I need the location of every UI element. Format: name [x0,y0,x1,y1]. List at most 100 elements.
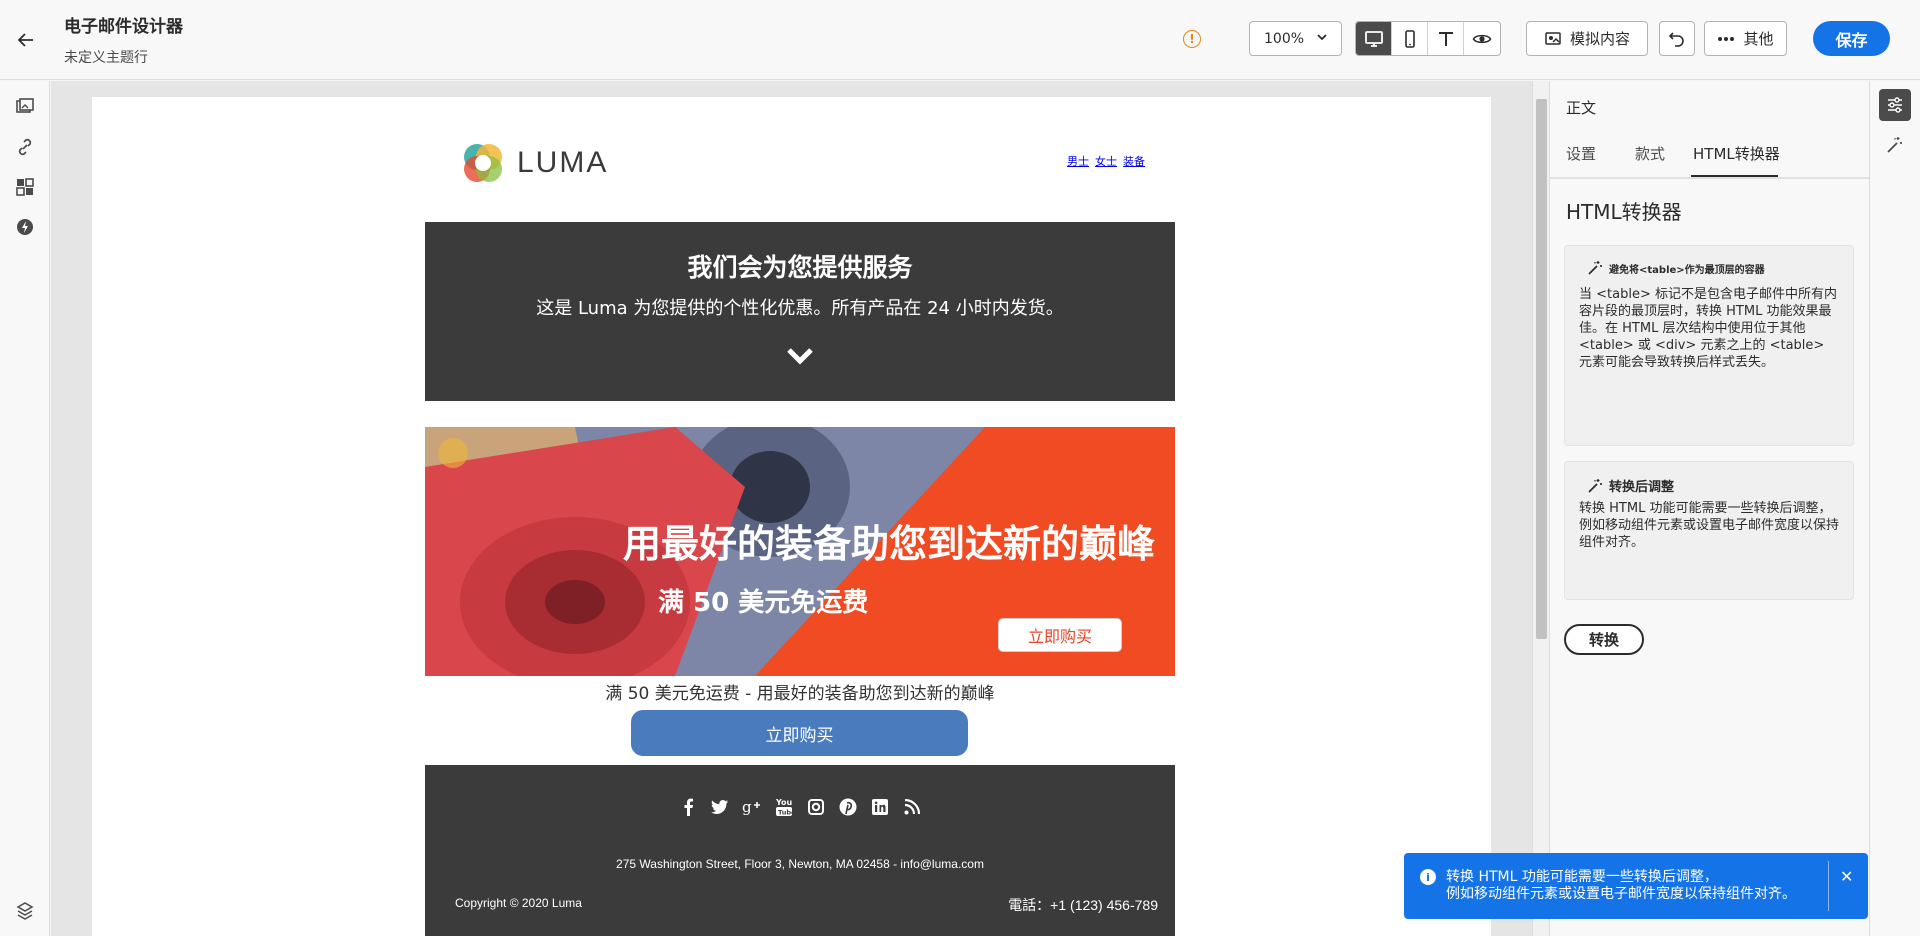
notification-toast: i 转换 HTML 功能可能需要一些转换后调整， 例如移动组件元素或设置电子邮件… [1404,853,1868,919]
hero-subtitle: 这是 Luma 为您提供的个性化优惠。所有产品在 24 小时内发货。 [536,298,1064,319]
mobile-view-button[interactable] [1392,22,1428,55]
magic-wand-icon [1588,261,1602,275]
convert-button[interactable]: 转换 [1564,624,1644,655]
banner-title: 用最好的装备助您到达新的巅峰 [622,522,1155,566]
undo-icon [1668,31,1684,47]
simulate-label: 模拟内容 [1569,30,1630,48]
text-view-button[interactable] [1428,22,1464,55]
left-toolbar [0,81,50,936]
rss-icon[interactable] [902,797,922,817]
toast-divider [1828,861,1829,911]
footer-address: 275 Washington Street, Floor 3, Newton, … [616,857,984,871]
footer-copyright: Copyright © 2020 Luma [455,896,582,910]
card-body: 转换 HTML 功能可能需要一些转换后调整，例如移动组件元素或设置电子邮件宽度以… [1579,501,1840,550]
nav-link-women[interactable]: 女士 [1095,153,1117,169]
card-body: 当 <table> 标记不是包含电子邮件中所有内容片段的最顶层时，转换 HTML… [1579,287,1837,370]
tab-settings[interactable]: 设置 [1566,143,1596,164]
card-title: 避免将<table>作为最顶层的容器 [1609,264,1765,276]
components-icon[interactable] [13,175,37,199]
subject-line[interactable]: 未定义主题行 [64,47,148,67]
logo-text: LUMA [517,146,609,179]
social-links: g You Tube [425,797,1175,817]
magic-wand-icon [1588,478,1602,493]
panel-tabs: 设置 款式 HTML转换器 [1550,129,1870,179]
tab-styles[interactable]: 款式 [1635,143,1665,164]
zoom-select[interactable]: 100% [1249,21,1342,56]
magic-wand-icon [1887,137,1902,153]
layers-icon[interactable] [13,899,37,923]
lightning-icon[interactable] [13,215,37,239]
card-title: 转换后调整 [1609,480,1675,495]
canvas-scrollbar[interactable] [1532,81,1549,936]
luma-logo-icon [464,144,502,182]
banner-shop-button[interactable]: 立即购买 [998,618,1122,652]
card-header: 转换后调整 [1587,476,1674,495]
banner-caption: 满 50 美元免运费 - 用最好的装备助您到达新的巅峰 [605,684,995,704]
google-plus-icon[interactable]: g [742,797,762,817]
top-bar: 电子邮件设计器 未定义主题行 ! 100% 模拟内容 其他 保存 [0,0,1920,80]
magic-wand-toggle[interactable] [1879,129,1911,161]
active-tab-indicator [1691,175,1778,177]
save-button[interactable]: 保存 [1813,21,1890,56]
more-icon [1718,36,1735,41]
toast-line-1: 转换 HTML 功能可能需要一些转换后调整， [1446,869,1718,885]
banner-subtitle: 满 50 美元免运费 [658,588,869,618]
toast-message: 转换 HTML 功能可能需要一些转换后调整， 例如移动组件元素或设置电子邮件宽度… [1446,869,1796,903]
chevron-down-icon [1317,34,1327,41]
right-toolbar [1869,81,1920,936]
twitter-icon[interactable] [710,797,730,817]
mobile-icon [1404,29,1415,48]
svg-text:Tube: Tube [778,809,793,817]
facebook-icon[interactable] [678,797,698,817]
panel-title: HTML转换器 [1566,200,1682,224]
info-icon: i [1420,869,1436,885]
luma-logo: LUMA [461,141,608,185]
info-card-table-warning: 避免将<table>作为最顶层的容器 当 <table> 标记不是包含电子邮件中… [1564,245,1854,446]
close-icon[interactable]: ✕ [1840,867,1853,886]
instagram-icon[interactable] [806,797,826,817]
svg-text:You: You [775,798,793,807]
info-card-adjustments: 转换后调整 转换 HTML 功能可能需要一些转换后调整，例如移动组件元素或设置电… [1564,461,1854,600]
linkedin-icon[interactable] [870,797,890,817]
more-label: 其他 [1743,30,1774,48]
link-icon[interactable] [13,135,37,159]
pinterest-icon[interactable] [838,797,858,817]
preview-button[interactable] [1464,22,1500,55]
undo-button[interactable] [1659,21,1695,56]
arrow-left-icon [17,33,33,47]
scrollbar-thumb[interactable] [1536,99,1547,639]
properties-panel: 正文 设置 款式 HTML转换器 HTML转换器 避免将<table>作为最顶层… [1549,81,1870,936]
page-title: 电子邮件设计器 [64,17,183,37]
back-button[interactable] [12,26,40,54]
alert-icon[interactable]: ! [1183,30,1201,48]
svg-text:g: g [742,799,752,815]
email-nav: 男士 女士 装备 [1067,153,1145,169]
promo-banner[interactable]: 用最好的装备助您到达新的巅峰 满 50 美元免运费 立即购买 [425,427,1175,676]
assets-icon[interactable] [13,95,37,119]
toast-line-2: 例如移动组件元素或设置电子邮件宽度以保持组件对齐。 [1446,886,1796,902]
simulate-content-button[interactable]: 模拟内容 [1526,21,1648,56]
chevron-down-icon [787,348,813,365]
properties-toggle[interactable] [1879,89,1911,121]
tab-html-converter[interactable]: HTML转换器 [1693,143,1780,164]
zoom-value: 100% [1264,30,1305,47]
email-footer[interactable]: g You Tube 275 Washington Street, Floor 3… [425,765,1175,936]
view-mode-group [1355,21,1501,56]
hero-block[interactable]: 我们会为您提供服务 这是 Luma 为您提供的个性化优惠。所有产品在 24 小时… [425,222,1175,401]
nav-link-men[interactable]: 男士 [1067,153,1089,169]
desktop-icon [1364,30,1383,47]
card-header: 避免将<table>作为最顶层的容器 [1587,260,1765,276]
email-canvas: LUMA 男士 女士 装备 我们会为您提供服务 这是 Luma 为您提供的个性化… [51,81,1532,936]
shop-now-button[interactable]: 立即购买 [631,710,968,756]
sliders-icon [1888,97,1902,113]
nav-link-gear[interactable]: 装备 [1123,153,1145,169]
text-icon [1438,31,1453,46]
email-sheet: LUMA 男士 女士 装备 我们会为您提供服务 这是 Luma 为您提供的个性化… [92,97,1491,936]
eye-icon [1472,34,1492,43]
desktop-view-button[interactable] [1356,22,1392,55]
email-body[interactable]: LUMA 男士 女士 装备 我们会为您提供服务 这是 Luma 为您提供的个性化… [425,97,1175,936]
youtube-icon[interactable]: You Tube [774,797,794,817]
footer-phone: 電話：+1 (123) 456-789 [1008,897,1158,913]
panel-heading: 正文 [1566,99,1597,117]
more-button[interactable]: 其他 [1704,21,1787,56]
